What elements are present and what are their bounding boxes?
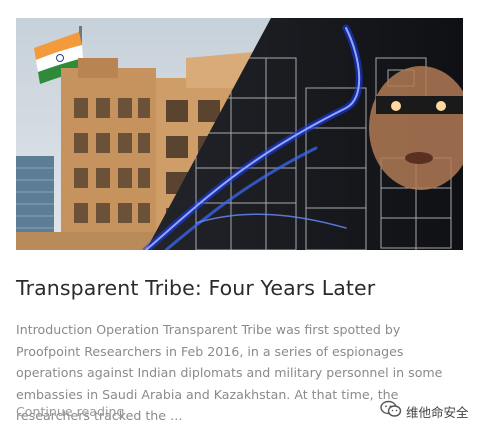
embassy-cyber-illustration	[16, 18, 463, 250]
post-title[interactable]: Transparent Tribe: Four Years Later	[16, 276, 375, 300]
continue-reading-link[interactable]: Continue reading	[16, 404, 124, 419]
watermark-text: 维他命安全	[406, 404, 469, 420]
wechat-watermark: 维他命安全	[380, 400, 469, 422]
featured-image[interactable]	[16, 18, 463, 250]
wechat-icon	[380, 400, 402, 422]
